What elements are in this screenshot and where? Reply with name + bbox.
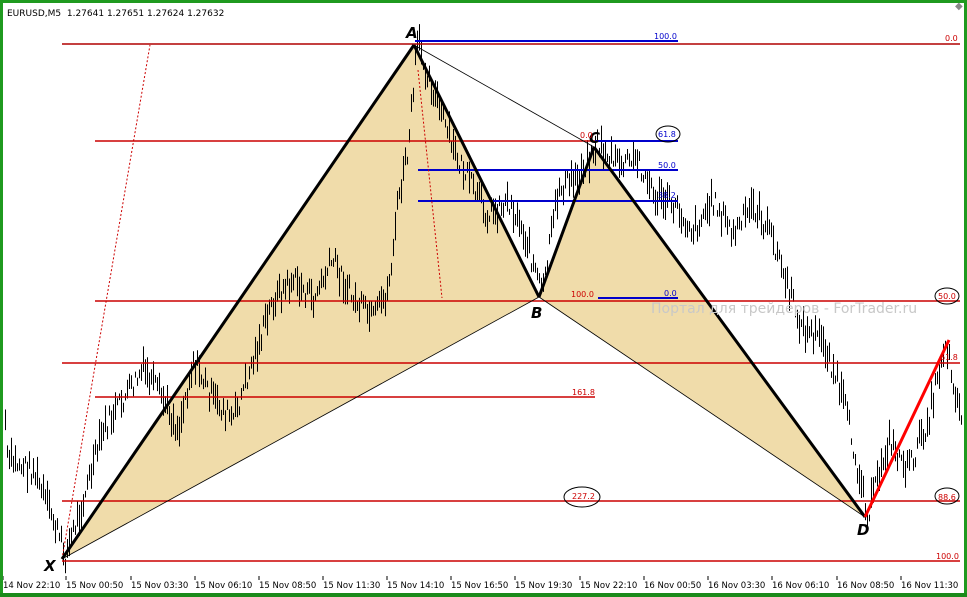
x-tick-label: 16 Nov 11:30	[901, 581, 958, 591]
fib-level-label: 61.8	[658, 130, 676, 139]
x-tick-label: 15 Nov 16:50	[451, 581, 508, 591]
xab-triangle	[62, 45, 539, 559]
point-label: B	[531, 304, 542, 322]
bcd-triangle	[539, 147, 865, 517]
x-tick-label: 14 Nov 22:10	[3, 581, 60, 591]
fib-level-label: 100.0	[654, 32, 677, 41]
x-tick-label: 15 Nov 06:10	[195, 581, 252, 591]
fib-level-label: 88.6	[938, 493, 956, 502]
fib-level-label: 0.0	[664, 289, 677, 298]
x-tick-label: 15 Nov 11:30	[323, 581, 380, 591]
point-label: X	[43, 557, 57, 575]
point-label: A	[405, 24, 418, 42]
chart-plot-area[interactable]: X A B C D 0.0 50.0 61.8 88.6 100.0 0.0 100.0 161.8 22…	[3, 3, 964, 576]
time-axis-svg: 14 Nov 22:10 15 Nov 00:50 15 Nov 03:30 15 N…	[2, 576, 958, 591]
x-tick-label: 16 Nov 03:30	[708, 581, 765, 591]
x-tick-label: 15 Nov 14:10	[387, 581, 444, 591]
diamond-icon: ◆	[955, 3, 963, 12]
x-tick-label: 16 Nov 06:10	[772, 581, 829, 591]
x-tick-label: 15 Nov 00:50	[66, 581, 123, 591]
price-chart-svg[interactable]: XABCD0.050.061.888.6100.00.0100.0161.822…	[3, 3, 964, 576]
x-tick-label: 15 Nov 03:30	[131, 581, 188, 591]
fib-level-label: 161.8	[572, 388, 595, 397]
fib-level-label: 50.0	[658, 161, 676, 170]
x-tick-label: 15 Nov 22:10	[580, 581, 637, 591]
chart-header: EURUSD,M5 1.27641 1.27651 1.27624 1.2763…	[7, 9, 224, 19]
fib-level-label: 0.0	[580, 131, 593, 140]
x-tick-label: 15 Nov 19:30	[515, 581, 572, 591]
point-label: D	[857, 521, 869, 539]
projection-line	[863, 339, 951, 518]
fib-level-label: 100.0	[936, 552, 959, 561]
x-tick-label: 16 Nov 00:50	[644, 581, 701, 591]
watermark-text: Портал для трейдеров - ForTrader.ru	[651, 301, 918, 317]
fib-level-label: 0.0	[945, 34, 958, 43]
fib-level-label: 50.0	[938, 292, 956, 301]
x-tick-label: 16 Nov 08:50	[837, 581, 894, 591]
x-tick-label: 15 Nov 08:50	[259, 581, 316, 591]
ohlc-values: 1.27641 1.27651 1.27624 1.27632	[66, 9, 225, 19]
fib-level-label: 100.0	[571, 290, 594, 299]
fib-level-label: 38.2	[658, 191, 676, 200]
fib-level-label: 61.8	[940, 353, 958, 362]
fib-level-label: 227.2	[572, 492, 595, 501]
symbol-label: EURUSD,M5	[7, 9, 62, 19]
time-axis: 14 Nov 22:10 15 Nov 00:50 15 Nov 03:30 15 N…	[2, 576, 964, 593]
